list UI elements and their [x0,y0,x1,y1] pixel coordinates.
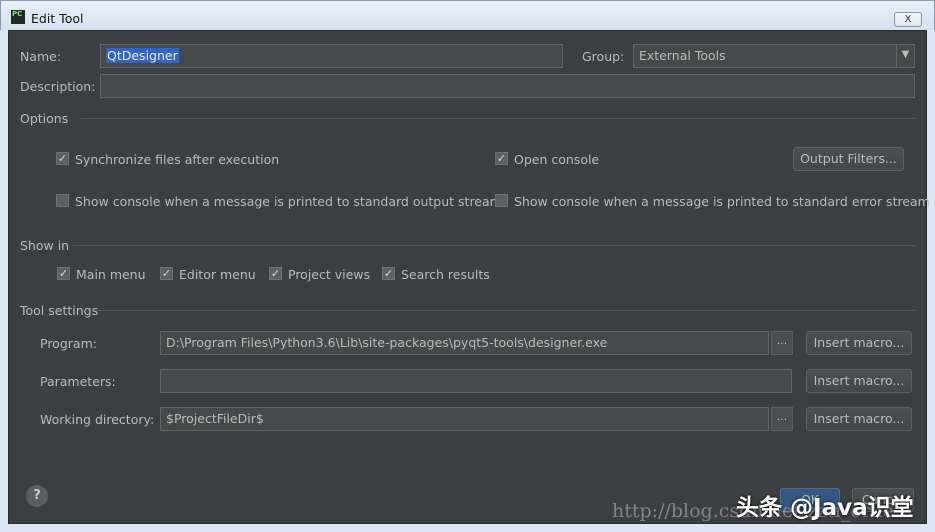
parameters-label: Parameters: [40,374,116,389]
browse-program-button[interactable]: ... [771,331,793,355]
main-menu-label: Main menu [76,267,146,282]
insert-macro-working-directory-button[interactable]: Insert macro... [806,407,912,431]
browse-working-directory-button[interactable]: ... [771,407,793,431]
project-views-checkbox[interactable]: ✓ [269,267,282,280]
brand-watermark: 头条 @Java识堂 [736,495,914,521]
description-input[interactable] [100,74,915,98]
chevron-down-icon[interactable]: ▼ [896,45,914,67]
pycharm-app-icon: PC [11,10,25,24]
group-label: Group: [582,49,625,64]
divider [81,118,915,119]
insert-macro-program-button[interactable]: Insert macro... [806,331,912,355]
insert-macro-parameters-button[interactable]: Insert macro... [806,369,912,393]
divider [73,245,915,246]
output-filters-button[interactable]: Output Filters... [793,147,904,171]
description-label: Description: [20,79,96,94]
show-console-stderr-checkbox[interactable] [495,194,508,207]
close-button[interactable]: X [894,12,922,27]
editor-menu-label: Editor menu [179,267,256,282]
show-console-stdout-checkbox[interactable] [56,194,69,207]
project-views-label: Project views [288,267,371,282]
edit-tool-dialog: Name: QtDesigner Group: External Tools ▼ … [8,30,930,524]
group-value: External Tools [639,48,726,63]
program-label: Program: [40,336,97,351]
sync-files-checkbox[interactable]: ✓ [56,152,69,165]
name-input[interactable]: QtDesigner [100,44,563,68]
main-menu-checkbox[interactable]: ✓ [57,267,70,280]
options-heading: Options [20,111,69,126]
tool-settings-heading: Tool settings [20,303,99,318]
editor-menu-checkbox[interactable]: ✓ [160,267,173,280]
working-directory-input[interactable]: $ProjectFileDir$ [160,407,769,431]
working-directory-label: Working directory: [40,412,155,427]
open-console-label: Open console [514,152,600,167]
program-input[interactable]: D:\Program Files\Python3.6\Lib\site-pack… [160,331,769,355]
show-in-heading: Show in [20,238,70,253]
sync-files-label: Synchronize files after execution [75,152,280,167]
group-select[interactable]: External Tools ▼ [633,44,915,68]
show-console-stderr-label: Show console when a message is printed t… [514,194,930,209]
window-title: Edit Tool [31,11,84,26]
divider [95,310,915,311]
title-bar: PC Edit Tool X [0,0,935,30]
name-value: QtDesigner [106,48,179,63]
show-console-stdout-label: Show console when a message is printed t… [75,194,502,209]
search-results-label: Search results [401,267,490,282]
open-console-checkbox[interactable]: ✓ [495,152,508,165]
search-results-checkbox[interactable]: ✓ [382,267,395,280]
parameters-input[interactable] [160,369,792,393]
help-icon[interactable]: ? [26,485,48,507]
name-label: Name: [20,49,62,64]
